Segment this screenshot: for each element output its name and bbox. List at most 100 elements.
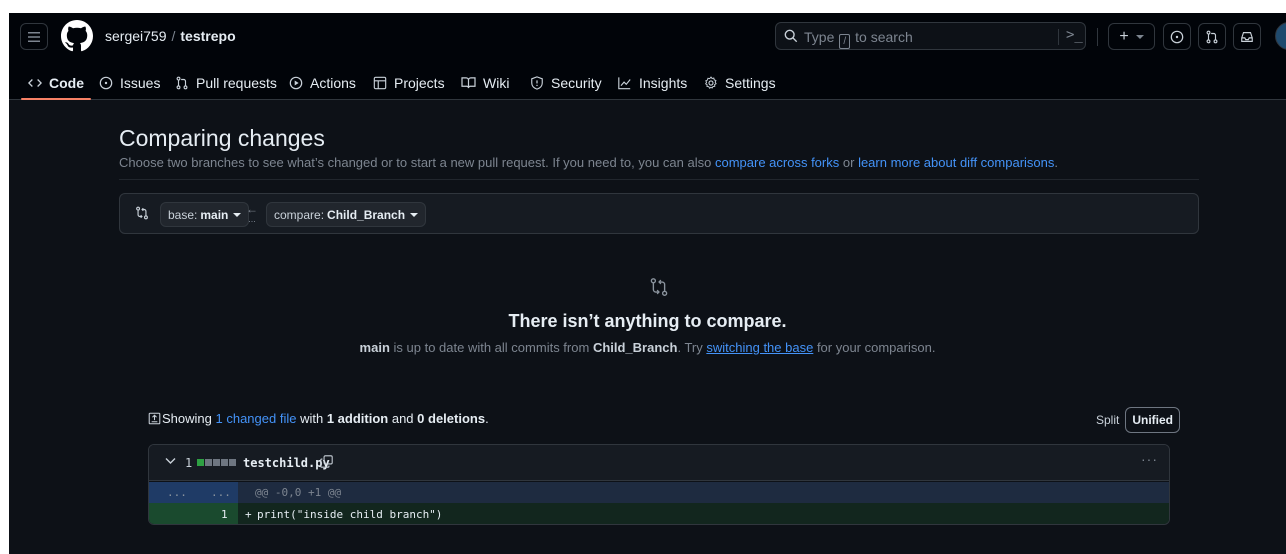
tab-label: Issues	[120, 74, 161, 91]
tab-label: Actions	[310, 74, 356, 91]
issue-icon	[99, 76, 113, 89]
diff-view-toggle: Split Unified	[1090, 407, 1181, 433]
expand-all-icon[interactable]	[148, 412, 161, 425]
arrow-left-icon: ← ...	[246, 202, 258, 224]
tab-label: Wiki	[483, 74, 510, 91]
owner-link[interactable]: sergei759	[105, 28, 167, 44]
divider	[119, 179, 1199, 180]
split-view-button[interactable]: Split	[1090, 407, 1125, 433]
diffstat-block	[229, 459, 236, 466]
blankslate-description: main is up to date with all commits from…	[359, 340, 936, 355]
compare-forks-link[interactable]: compare across forks	[715, 155, 839, 170]
tab-projects[interactable]: Projects	[373, 65, 445, 100]
search-input[interactable]: Type / to search >_	[775, 22, 1086, 50]
base-label: base:	[168, 207, 198, 222]
base-branch-select[interactable]: base: main	[160, 202, 250, 227]
subtitle-text: Choose two branches to see what’s change…	[119, 155, 712, 170]
subtitle-text: or	[842, 155, 855, 170]
diffstat	[197, 459, 236, 466]
tab-label: Settings	[725, 74, 776, 91]
git-compare-icon	[136, 206, 148, 220]
branch-name: Child_Branch	[592, 340, 678, 355]
diff-summary: Showing 1 changed file with 1 addition a…	[148, 411, 489, 426]
hunk-header-row: ... ... @@ -0,0 +1 @@	[149, 482, 1169, 503]
code-line: print("inside child branch")	[257, 508, 443, 521]
global-header: sergei759/testrepo Type / to search >_ +…	[9, 13, 1286, 100]
header-divider	[1097, 28, 1098, 46]
pull-requests-button[interactable]	[1198, 23, 1226, 50]
diffstat-block	[205, 459, 212, 466]
addition-marker: +	[245, 508, 252, 521]
issue-icon	[1170, 30, 1184, 43]
pull-request-icon	[1206, 30, 1218, 43]
kebab-horizontal-icon[interactable]: ···	[1141, 451, 1158, 467]
book-icon	[461, 77, 476, 89]
plus-icon: +	[1119, 27, 1129, 45]
search-divider	[1058, 29, 1059, 45]
tab-issues[interactable]: Issues	[99, 65, 160, 100]
unified-view-button[interactable]: Unified	[1125, 407, 1181, 433]
tab-actions[interactable]: Actions	[289, 65, 356, 100]
search-icon	[784, 29, 798, 43]
pull-request-icon	[176, 76, 188, 89]
graph-icon	[618, 76, 631, 89]
repo-link[interactable]: testrepo	[180, 28, 235, 44]
menu-button[interactable]	[20, 23, 48, 50]
compare-label: compare:	[274, 207, 325, 222]
table-icon	[373, 76, 387, 89]
hamburger-icon	[28, 31, 40, 42]
breadcrumb-separator: /	[171, 28, 176, 44]
switch-base-link[interactable]: switching the base	[706, 340, 813, 355]
command-palette-icon[interactable]: >_	[1066, 27, 1083, 43]
issues-button[interactable]	[1163, 23, 1191, 50]
changed-files-link[interactable]: 1 changed file	[216, 411, 297, 426]
chevron-down-icon	[1135, 34, 1144, 39]
diffstat-block	[197, 459, 204, 466]
tab-wiki[interactable]: Wiki	[461, 65, 509, 100]
file-name[interactable]: testchild.py	[243, 456, 330, 470]
play-icon	[289, 76, 303, 89]
app-window: sergei759/testrepo Type / to search >_ +…	[9, 13, 1286, 554]
tab-label: Security	[551, 74, 602, 91]
blankslate-title: There isn’t anything to compare.	[508, 311, 787, 331]
tab-code[interactable]: Code	[21, 65, 91, 100]
tab-insights[interactable]: Insights	[617, 65, 687, 100]
chevron-down-icon	[410, 212, 419, 217]
avatar[interactable]	[1275, 22, 1286, 50]
hunk-expander-left[interactable]: ...	[167, 486, 187, 499]
active-tab-indicator	[21, 98, 91, 100]
shield-icon	[531, 75, 543, 90]
hunk-expander-right[interactable]: ...	[211, 486, 231, 499]
chevron-down-icon	[233, 212, 242, 217]
tab-settings[interactable]: Settings	[704, 65, 776, 100]
change-count: 1	[185, 456, 193, 470]
line-number[interactable]: 1	[221, 508, 228, 521]
tab-pull-requests[interactable]: Pull requests	[175, 65, 277, 100]
diff-addition-row: 1 + print("inside child branch")	[149, 503, 1169, 524]
branch-name: main	[359, 340, 390, 355]
inbox-icon	[1241, 31, 1253, 42]
diffstat-block	[213, 459, 220, 466]
diffstat-block	[221, 459, 228, 466]
inbox-button[interactable]	[1233, 23, 1261, 50]
tab-label: Insights	[639, 74, 688, 91]
base-branch-name: main	[200, 207, 229, 222]
tab-label: Projects	[394, 74, 445, 91]
learn-more-link[interactable]: learn more about diff comparisons	[858, 155, 1054, 170]
tab-security[interactable]: Security	[530, 65, 602, 100]
create-new-button[interactable]: +	[1108, 23, 1155, 50]
chevron-down-icon[interactable]	[165, 457, 176, 465]
tab-label: Code	[49, 74, 84, 91]
code-icon	[28, 78, 42, 87]
compare-branch-select[interactable]: compare: Child_Branch	[266, 202, 427, 227]
subtitle-text: .	[1054, 155, 1058, 170]
git-compare-icon	[650, 278, 668, 296]
copy-icon[interactable]	[320, 455, 333, 468]
compare-branch-name: Child_Branch	[327, 207, 406, 222]
gear-icon	[705, 75, 717, 89]
repo-nav: Code Issues Pull requests Actions Projec…	[9, 65, 1286, 100]
github-logo-icon[interactable]	[61, 20, 93, 52]
page-subtitle: Choose two branches to see what’s change…	[119, 155, 1058, 170]
search-shortcut-key: /	[839, 34, 851, 49]
range-editor: base: main ← ... compare: Child_Branch	[119, 193, 1199, 234]
